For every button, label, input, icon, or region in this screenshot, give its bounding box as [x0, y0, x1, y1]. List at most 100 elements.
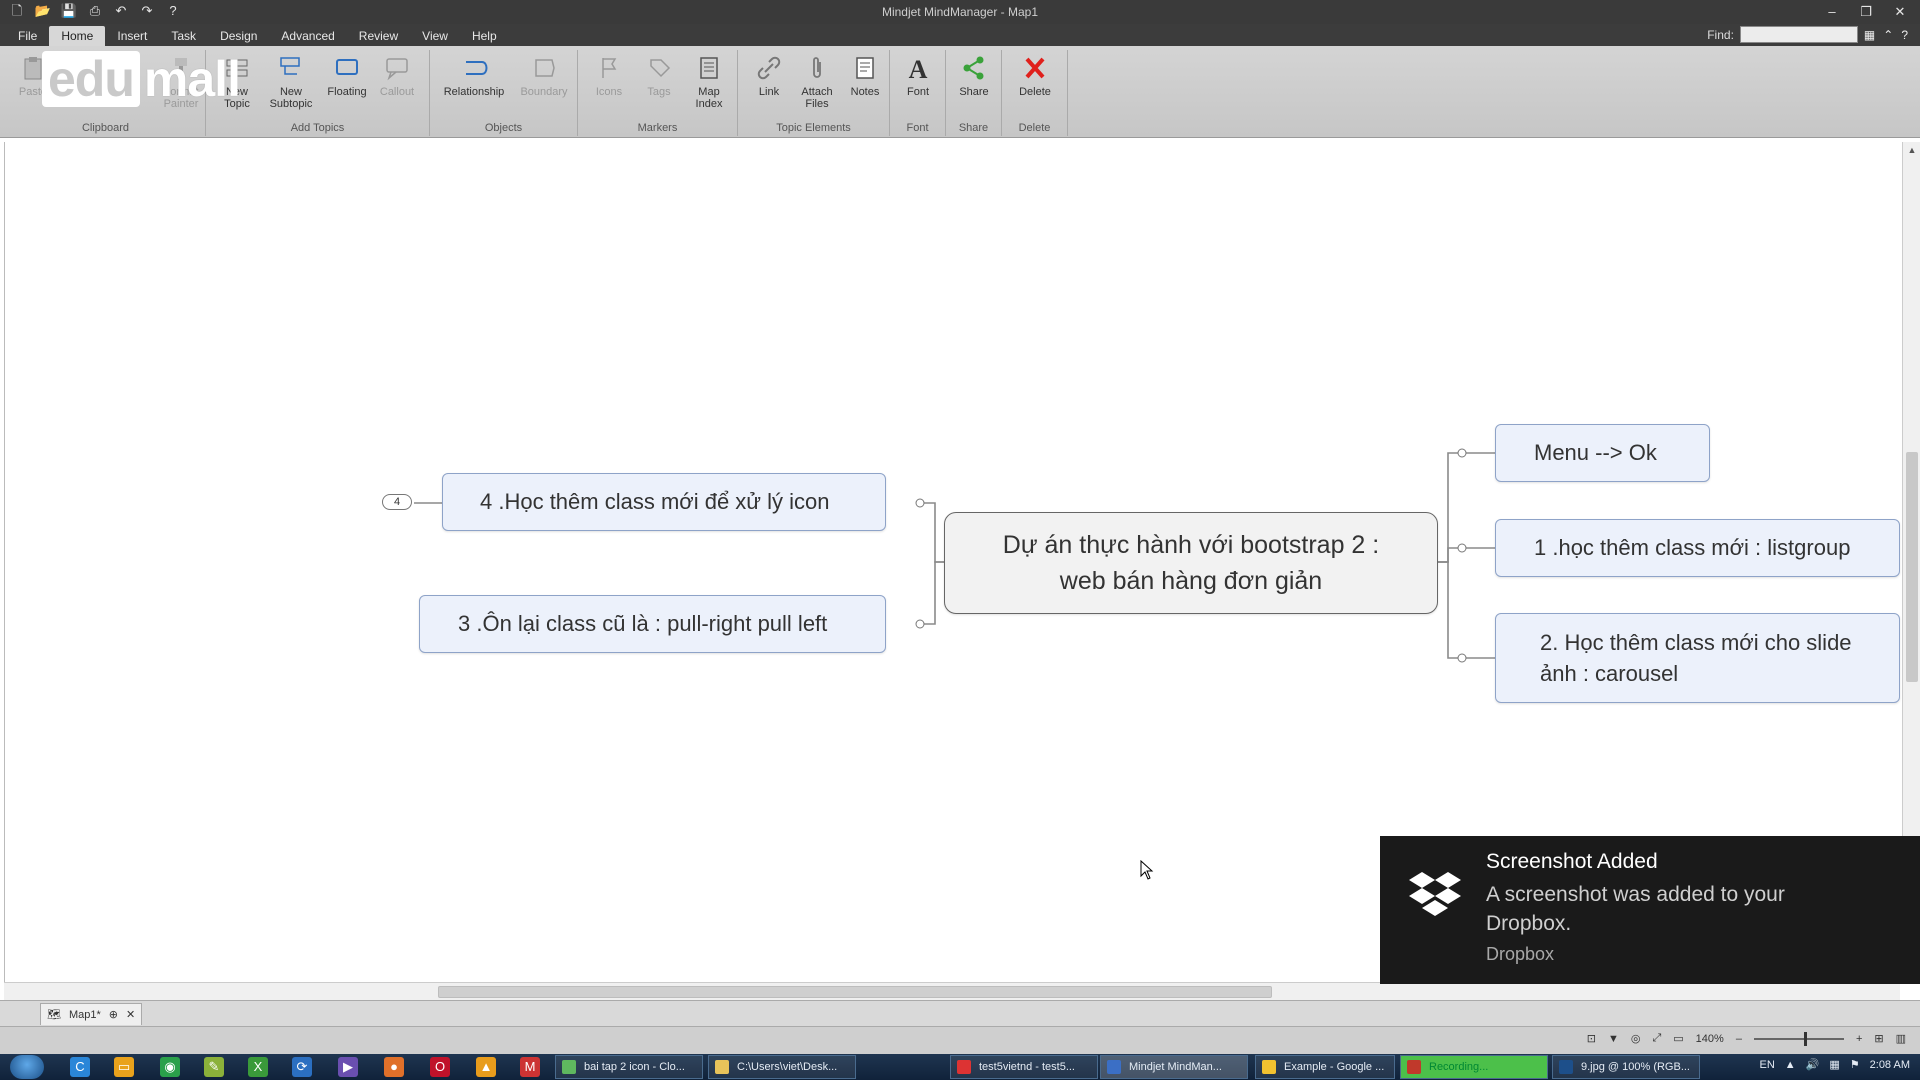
- horizontal-scroll-thumb[interactable]: [438, 986, 1272, 998]
- minimize-icon[interactable]: –: [1822, 2, 1842, 22]
- opera-icon[interactable]: O: [430, 1057, 450, 1077]
- network-tray-icon[interactable]: ▦: [1829, 1058, 1839, 1071]
- callout-button[interactable]: Callout: [372, 54, 422, 98]
- tab-view[interactable]: View: [410, 26, 460, 47]
- link-icon: [757, 56, 781, 80]
- zoom-out-icon[interactable]: –: [1736, 1033, 1742, 1045]
- boundary-button[interactable]: Boundary: [514, 54, 574, 98]
- topic-learn-icon-class[interactable]: 4 .Học thêm class mới để xử lý icon: [442, 473, 886, 531]
- tab-map1[interactable]: 🗺 Map1* ⊕ ✕: [40, 1003, 143, 1025]
- show-hidden-icons-icon[interactable]: ▲: [1785, 1059, 1796, 1071]
- system-tray: EN ▲ 🔊 ▦ ⚑ 2:08 AM: [1759, 1058, 1910, 1072]
- taskbar-task[interactable]: Mindjet MindMan...: [1100, 1055, 1248, 1079]
- topic-review-pull-classes[interactable]: 3 .Ôn lại class cũ là : pull-right pull …: [419, 595, 886, 653]
- view-mode-icon[interactable]: ▥: [1896, 1032, 1906, 1045]
- tab-help[interactable]: Help: [460, 26, 509, 47]
- ribbon-group-delete: Delete Delete: [1002, 50, 1068, 136]
- collapse-ribbon-icon[interactable]: ⌃: [1883, 28, 1893, 42]
- tab-review[interactable]: Review: [347, 26, 410, 47]
- topic-listgroup[interactable]: 1 .học thêm class mới : listgroup: [1495, 519, 1900, 577]
- firefox-icon[interactable]: ●: [384, 1057, 404, 1077]
- tab-home[interactable]: Home: [49, 26, 106, 47]
- pin-icon[interactable]: ⊕: [109, 1008, 118, 1021]
- vertical-scroll-thumb[interactable]: [1906, 452, 1918, 682]
- tab-advanced[interactable]: Advanced: [269, 26, 346, 47]
- chrome-icon[interactable]: ◉: [160, 1057, 180, 1077]
- floating-button[interactable]: Floating: [322, 54, 372, 98]
- start-button[interactable]: [10, 1055, 44, 1079]
- collapse-icon[interactable]: ▭: [1673, 1032, 1683, 1045]
- taskbar-task[interactable]: 9.jpg @ 100% (RGB...: [1552, 1055, 1700, 1079]
- dropbox-notification[interactable]: Screenshot Added A screenshot was added …: [1380, 836, 1920, 984]
- taskbar-task[interactable]: C:\Users\viet\Desk...: [708, 1055, 856, 1079]
- attach-files-button[interactable]: Attach Files: [792, 54, 842, 110]
- filter-icon[interactable]: ▼: [1608, 1033, 1619, 1045]
- topic-label: Menu --> Ok: [1534, 440, 1657, 465]
- callout-icon: [386, 58, 408, 81]
- flag-icon: [602, 58, 617, 78]
- find-input[interactable]: [1739, 26, 1858, 43]
- focus-icon[interactable]: ◎: [1631, 1032, 1641, 1045]
- taskbar-task-label: test5vietnd - test5...: [979, 1061, 1075, 1073]
- mindmanager-pin-icon[interactable]: M: [520, 1057, 540, 1077]
- notification-title: Screenshot Added: [1486, 850, 1658, 873]
- collapse-count-badge[interactable]: 4: [382, 494, 412, 510]
- close-icon[interactable]: ✕: [1890, 2, 1910, 22]
- taskbar-task[interactable]: Recording...: [1400, 1055, 1548, 1079]
- delete-button[interactable]: Delete: [1010, 54, 1060, 98]
- tab-task[interactable]: Task: [159, 26, 208, 47]
- central-topic[interactable]: Dự án thực hành với bootstrap 2 : web bá…: [944, 512, 1438, 614]
- close-tab-icon[interactable]: ✕: [126, 1008, 135, 1021]
- network-icon[interactable]: ⟳: [292, 1057, 312, 1077]
- icons-button[interactable]: Icons: [584, 54, 634, 98]
- notification-source: Dropbox: [1486, 944, 1555, 964]
- zoom-level: 140%: [1695, 1032, 1724, 1045]
- tags-button[interactable]: Tags: [634, 54, 684, 98]
- clock[interactable]: 2:08 AM: [1870, 1059, 1910, 1071]
- relationship-icon: [466, 61, 488, 75]
- notepad-icon[interactable]: ✎: [204, 1057, 224, 1077]
- language-indicator[interactable]: EN: [1759, 1059, 1774, 1071]
- explorer-icon[interactable]: ▭: [114, 1057, 134, 1077]
- action-center-icon[interactable]: ⚑: [1850, 1058, 1860, 1071]
- scroll-up-icon[interactable]: ▲: [1906, 144, 1918, 156]
- tab-insert[interactable]: Insert: [105, 26, 159, 47]
- new-subtopic-button[interactable]: New Subtopic: [266, 54, 316, 110]
- relationship-button[interactable]: Relationship: [442, 54, 506, 98]
- layout-icon[interactable]: ▦: [1864, 28, 1875, 42]
- font-button[interactable]: A Font: [893, 54, 943, 98]
- tab-design[interactable]: Design: [208, 26, 269, 47]
- taskbar-task[interactable]: Example - Google ...: [1255, 1055, 1395, 1079]
- excel-icon[interactable]: X: [248, 1057, 268, 1077]
- expand-icon[interactable]: ⤢: [1652, 1032, 1661, 1045]
- help-icon[interactable]: ?: [1901, 28, 1908, 42]
- share-button[interactable]: Share: [949, 54, 999, 98]
- topic-menu-ok[interactable]: Menu --> Ok: [1495, 424, 1710, 482]
- volume-icon[interactable]: 🔊: [1806, 1058, 1820, 1071]
- vlc-icon[interactable]: ▲: [476, 1057, 496, 1077]
- ribbon-group-topic-elements: Link Attach Files Notes Topic Elements: [738, 50, 890, 136]
- taskbar-task[interactable]: test5vietnd - test5...: [950, 1055, 1098, 1079]
- zoom-slider[interactable]: [1753, 1031, 1844, 1046]
- map-index-button[interactable]: Map Index: [684, 54, 734, 110]
- visual-studio-icon[interactable]: ▶: [338, 1057, 358, 1077]
- horizontal-scrollbar[interactable]: [4, 982, 1900, 1000]
- edumall-logo: edu mall: [42, 50, 241, 108]
- taskbar-task[interactable]: bai tap 2 icon - Clo...: [555, 1055, 703, 1079]
- notes-button[interactable]: Notes: [840, 54, 890, 98]
- link-button[interactable]: Link: [744, 54, 794, 98]
- restore-icon[interactable]: ❐: [1856, 2, 1876, 22]
- fit-page-icon[interactable]: ⊞: [1874, 1032, 1883, 1045]
- topic-carousel[interactable]: 2. Học thêm class mới cho slide ảnh : ca…: [1495, 613, 1900, 703]
- tab-file[interactable]: File: [6, 26, 49, 47]
- windows-taskbar: C ▭ ◉ ✎ X ⟳ ▶ ● O ▲ M bai tap 2 icon - C…: [0, 1054, 1920, 1080]
- fit-map-icon[interactable]: ⊡: [1587, 1032, 1596, 1045]
- ribbon-group-font: A Font Font: [890, 50, 946, 136]
- taskbar-task-label: Mindjet MindMan...: [1129, 1061, 1222, 1073]
- taskbar-task-label: Recording...: [1429, 1061, 1489, 1073]
- share-icon: [963, 56, 984, 80]
- ccleaner-icon[interactable]: C: [70, 1057, 90, 1077]
- zoom-in-icon[interactable]: +: [1856, 1033, 1862, 1045]
- delete-icon: [1025, 57, 1045, 79]
- taskbar-task-label: C:\Users\viet\Desk...: [737, 1061, 838, 1073]
